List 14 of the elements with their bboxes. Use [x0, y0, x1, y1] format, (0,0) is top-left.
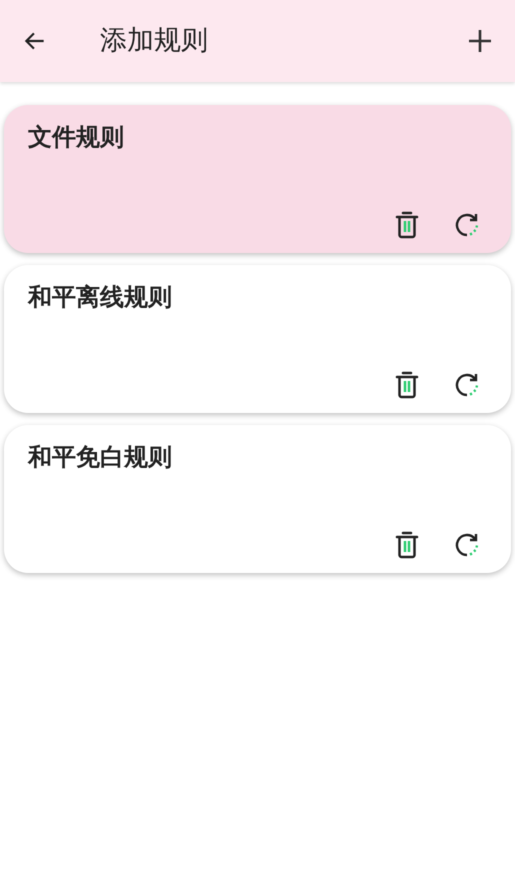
trash-icon: [395, 531, 419, 559]
rule-name: 和平离线规则: [28, 282, 172, 313]
trash-icon: [395, 371, 419, 399]
trash-icon: [395, 211, 419, 239]
refresh-icon: [453, 371, 481, 399]
plus-icon: [468, 29, 492, 53]
rule-name: 和平免白规则: [28, 442, 172, 473]
rule-card[interactable]: 文件规则: [4, 105, 511, 253]
rule-card[interactable]: 和平免白规则: [4, 425, 511, 573]
refresh-icon: [453, 531, 481, 559]
page-title: 添加规则: [100, 24, 209, 58]
rule-name: 文件规则: [28, 122, 124, 153]
refresh-icon: [453, 211, 481, 239]
rule-card[interactable]: 和平离线规则: [4, 265, 511, 413]
